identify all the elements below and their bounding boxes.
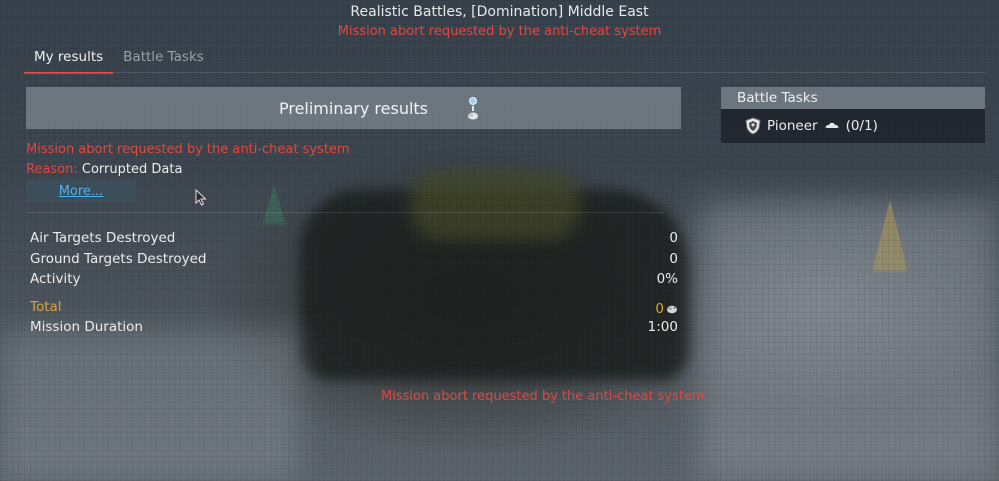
mouse-cursor-icon <box>195 189 207 206</box>
abort-message: Mission abort requested by the anti-chea… <box>26 142 350 157</box>
stat-row-ground-targets: Ground Targets Destroyed 0 <box>30 251 678 272</box>
stat-row-air-targets: Air Targets Destroyed 0 <box>30 230 678 251</box>
background-cone-marker <box>262 185 286 225</box>
duration-label: Mission Duration <box>30 319 143 335</box>
stat-value: 0% <box>656 271 678 287</box>
bottom-anticheat-warning: Mission abort requested by the anti-chea… <box>381 389 705 404</box>
stat-row-activity: Activity 0% <box>30 271 678 292</box>
total-value-group: 0 <box>655 299 678 320</box>
shield-icon <box>745 117 761 135</box>
tabs-divider <box>24 72 986 73</box>
total-value: 0 <box>655 300 664 317</box>
results-stats-table: Air Targets Destroyed 0 Ground Targets D… <box>30 230 678 340</box>
more-link[interactable]: More... <box>59 184 104 199</box>
reason-value: Corrupted Data <box>81 162 183 177</box>
abort-reason: Reason: Corrupted Data <box>26 162 182 177</box>
preliminary-results-header: Preliminary results <box>26 87 681 129</box>
aircraft-icon <box>824 123 839 128</box>
results-tabs: My results Battle Tasks <box>24 46 214 74</box>
silver-lions-icon <box>667 305 677 314</box>
battle-tasks-panel: Battle Tasks Pioneer (0/1) <box>721 87 985 143</box>
stat-label: Ground Targets Destroyed <box>30 250 207 267</box>
tab-my-results[interactable]: My results <box>24 46 114 74</box>
reason-label: Reason: <box>26 162 78 177</box>
tab-battle-tasks[interactable]: Battle Tasks <box>113 46 214 74</box>
hint-icon[interactable] <box>466 96 480 122</box>
stat-label: Activity <box>30 271 81 287</box>
background-snow-patch <box>0 330 300 481</box>
battle-task-progress: (0/1) <box>845 118 878 134</box>
stat-value: 0 <box>669 230 678 246</box>
background-cone-marker-right <box>872 200 908 272</box>
results-divider <box>26 212 664 213</box>
mission-subtitle: Realistic Battles, [Domination] Middle E… <box>350 4 649 20</box>
stat-row-total: Total 0 <box>30 299 678 320</box>
battle-tasks-title: Battle Tasks <box>721 87 985 109</box>
duration-value: 1:00 <box>647 319 678 335</box>
more-button[interactable]: More... <box>26 180 136 202</box>
background-snow-patch-right <box>700 200 999 481</box>
stat-label: Air Targets Destroyed <box>30 230 176 246</box>
total-label: Total <box>30 298 62 315</box>
header-anticheat-warning: Mission abort requested by the anti-chea… <box>337 24 662 39</box>
battle-task-item-pioneer[interactable]: Pioneer (0/1) <box>721 109 985 143</box>
stat-row-mission-duration: Mission Duration 1:00 <box>30 319 678 340</box>
stat-value: 0 <box>669 250 678 267</box>
preliminary-results-title: Preliminary results <box>278 98 429 118</box>
battle-task-name: Pioneer <box>767 118 818 134</box>
